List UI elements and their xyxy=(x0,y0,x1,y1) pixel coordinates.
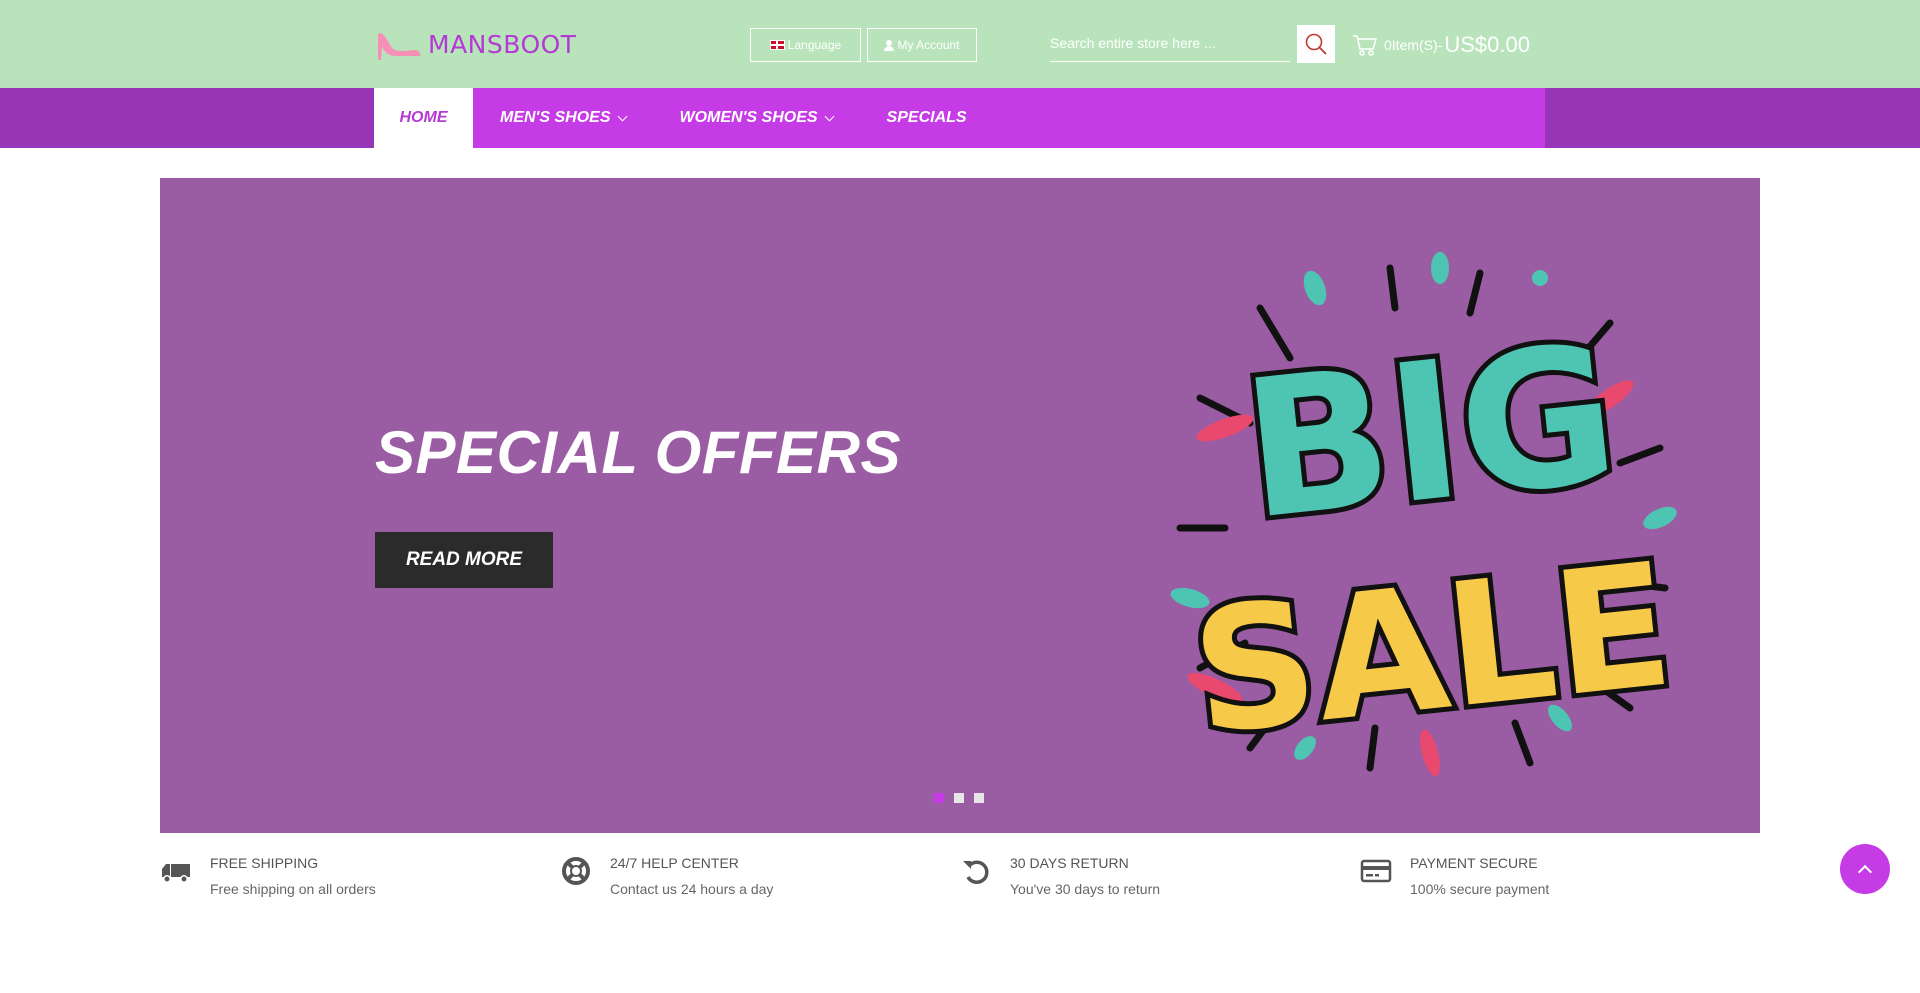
shopping-cart-icon xyxy=(1353,35,1378,56)
nav-specials-label: SPECIALS xyxy=(886,109,967,126)
language-label: Language xyxy=(787,38,842,52)
mini-cart[interactable]: 0Item(S)- US$0.00 xyxy=(1352,30,1530,60)
back-to-top-button[interactable] xyxy=(1840,844,1890,894)
feature-payment-secure: PAYMENT SECURE 100% secure payment xyxy=(1360,853,1549,913)
feature-free-shipping: FREE SHIPPING Free shipping on all order… xyxy=(160,853,376,913)
feature-title: 30 DAYS RETURN xyxy=(1010,855,1129,871)
main-navigation: HOME MEN'S SHOES WOMEN'S SHOES SPECIALS xyxy=(0,88,1920,148)
feature-desc: 100% secure payment xyxy=(1410,881,1550,897)
read-more-button[interactable]: READ MORE xyxy=(375,532,553,588)
slider-dot-2[interactable] xyxy=(954,793,964,803)
nav-womens-shoes[interactable]: WOMEN'S SHOES xyxy=(653,88,860,148)
hero-title: SPECIAL OFFERS xyxy=(375,419,901,486)
chevron-down-icon xyxy=(617,111,627,121)
big-sale-artwork: BIG SALE xyxy=(1170,252,1686,778)
chevron-up-icon xyxy=(1857,864,1873,879)
slider-pagination xyxy=(934,793,984,803)
top-header: MANSBOOT Language My Account 0Item(S)- U… xyxy=(0,0,1920,88)
nav-home-label: HOME xyxy=(399,109,448,126)
nav-home[interactable]: HOME xyxy=(374,88,473,148)
sale-word: SALE xyxy=(1184,526,1681,773)
truck-icon xyxy=(162,864,190,883)
feature-help-center: 24/7 HELP CENTER Contact us 24 hours a d… xyxy=(560,853,773,913)
hero-slider[interactable]: SPECIAL OFFERS READ MORE BIG SALE xyxy=(160,178,1760,833)
nav-mens-shoes[interactable]: MEN'S SHOES xyxy=(473,88,653,148)
slider-dot-3[interactable] xyxy=(974,793,984,803)
nav-mens-shoes-label: MEN'S SHOES xyxy=(500,109,611,126)
search-input[interactable] xyxy=(1050,28,1290,62)
high-heel-logo-icon xyxy=(378,33,421,60)
slider-dot-1[interactable] xyxy=(934,793,944,803)
credit-card-icon xyxy=(1360,859,1392,883)
return-icon xyxy=(963,860,989,884)
logo-text: MANSBOOT xyxy=(428,29,577,59)
feature-title: FREE SHIPPING xyxy=(210,855,319,871)
feature-title: 24/7 HELP CENTER xyxy=(610,855,739,871)
nav-menu: HOME MEN'S SHOES WOMEN'S SHOES SPECIALS xyxy=(374,88,1545,148)
feature-desc: Contact us 24 hours a day xyxy=(610,881,774,897)
feature-desc: Free shipping on all orders xyxy=(210,881,376,897)
chevron-down-icon xyxy=(824,111,834,121)
big-word: BIG xyxy=(1234,303,1627,562)
language-button[interactable]: Language xyxy=(750,28,861,62)
my-account-button[interactable]: My Account xyxy=(867,28,977,62)
feature-30-days-return: 30 DAYS RETURN You've 30 days to return xyxy=(960,853,1160,913)
site-logo[interactable]: MANSBOOT xyxy=(374,22,577,66)
nav-specials[interactable]: SPECIALS xyxy=(860,88,994,148)
search-icon xyxy=(1305,33,1327,55)
nav-womens-shoes-label: WOMEN'S SHOES xyxy=(679,109,818,126)
feature-desc: You've 30 days to return xyxy=(1010,881,1161,897)
user-icon xyxy=(884,39,895,51)
cart-item-count: 0Item(S)- xyxy=(1384,37,1443,53)
search-button[interactable] xyxy=(1297,25,1335,63)
feature-title: PAYMENT SECURE xyxy=(1410,855,1538,871)
uk-flag-icon xyxy=(769,40,785,50)
cart-total: US$0.00 xyxy=(1444,32,1530,57)
my-account-label: My Account xyxy=(897,38,960,52)
lifebuoy-icon xyxy=(562,857,590,885)
